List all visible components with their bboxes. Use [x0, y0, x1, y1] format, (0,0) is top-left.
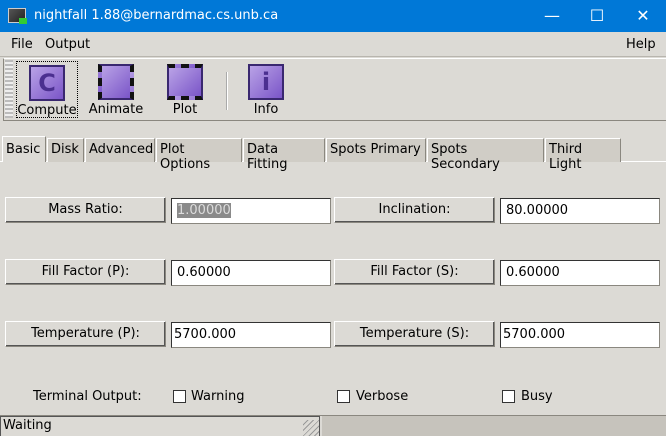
- info-label: Info: [253, 102, 279, 117]
- inclination-button[interactable]: Inclination:: [334, 197, 495, 223]
- terminal-output-label: Terminal Output:: [33, 389, 142, 404]
- warning-checkbox[interactable]: [173, 390, 186, 403]
- compute-button[interactable]: C Compute: [16, 61, 78, 118]
- info-icon: i: [248, 64, 284, 100]
- status-progress: [322, 416, 666, 436]
- app-icon: [8, 8, 27, 24]
- plot-icon: [167, 64, 203, 100]
- title-bar: nightfall 1.88@bernardmac.cs.unb.ca — ☐ …: [0, 0, 666, 32]
- verbose-label[interactable]: Verbose: [356, 389, 408, 404]
- inclination-input[interactable]: 80.00000: [500, 198, 660, 224]
- verbose-checkbox[interactable]: [337, 390, 350, 403]
- compute-icon: C: [29, 65, 65, 101]
- tab-disk[interactable]: Disk: [47, 138, 84, 162]
- close-button[interactable]: ✕: [620, 0, 666, 32]
- mass-ratio-input[interactable]: 1.00000: [171, 198, 331, 224]
- animate-icon: [98, 64, 134, 100]
- plot-button[interactable]: Plot: [160, 61, 210, 118]
- tab-advanced[interactable]: Advanced: [85, 138, 155, 162]
- minimize-button[interactable]: —: [529, 0, 575, 32]
- tab-spots-secondary[interactable]: Spots Secondary: [427, 138, 544, 172]
- busy-label[interactable]: Busy: [521, 389, 553, 404]
- menu-help[interactable]: Help: [626, 37, 656, 52]
- tab-third-light[interactable]: Third Light: [545, 138, 621, 172]
- mass-ratio-button[interactable]: Mass Ratio:: [5, 197, 166, 223]
- warning-label[interactable]: Warning: [191, 389, 244, 404]
- tab-plot-options[interactable]: Plot Options: [156, 138, 242, 172]
- animate-label: Animate: [88, 102, 144, 117]
- menu-file[interactable]: File: [11, 37, 33, 52]
- status-text: Waiting: [0, 416, 320, 436]
- temperature-p-button[interactable]: Temperature (P):: [5, 321, 166, 347]
- fill-factor-s-button[interactable]: Fill Factor (S):: [334, 259, 495, 285]
- tab-basic[interactable]: Basic: [2, 136, 46, 162]
- mass-ratio-value: 1.00000: [177, 203, 231, 218]
- temperature-s-button[interactable]: Temperature (S):: [334, 321, 495, 347]
- busy-checkbox[interactable]: [502, 390, 515, 403]
- fill-factor-p-button[interactable]: Fill Factor (P):: [5, 259, 166, 285]
- tab-data-fitting[interactable]: Data Fitting: [243, 138, 325, 172]
- fill-factor-s-input[interactable]: 0.60000: [500, 260, 660, 286]
- menu-bar: File Output Help: [0, 32, 666, 57]
- tab-spots-primary[interactable]: Spots Primary: [326, 138, 426, 162]
- menu-output[interactable]: Output: [45, 37, 90, 52]
- fill-factor-p-input[interactable]: 0.60000: [171, 260, 331, 286]
- temperature-p-input[interactable]: 5700.000: [171, 322, 331, 348]
- compute-label: Compute: [17, 103, 77, 118]
- info-button[interactable]: i Info: [242, 61, 290, 118]
- maximize-button[interactable]: ☐: [574, 0, 620, 32]
- resize-grip[interactable]: [303, 420, 319, 436]
- animate-button[interactable]: Animate: [86, 61, 146, 118]
- toolbar-separator: [226, 72, 228, 110]
- temperature-s-input[interactable]: 5700.000: [500, 322, 660, 348]
- plot-label: Plot: [172, 102, 198, 117]
- window-title: nightfall 1.88@bernardmac.cs.unb.ca: [34, 8, 279, 23]
- toolbar-grip[interactable]: [5, 60, 13, 118]
